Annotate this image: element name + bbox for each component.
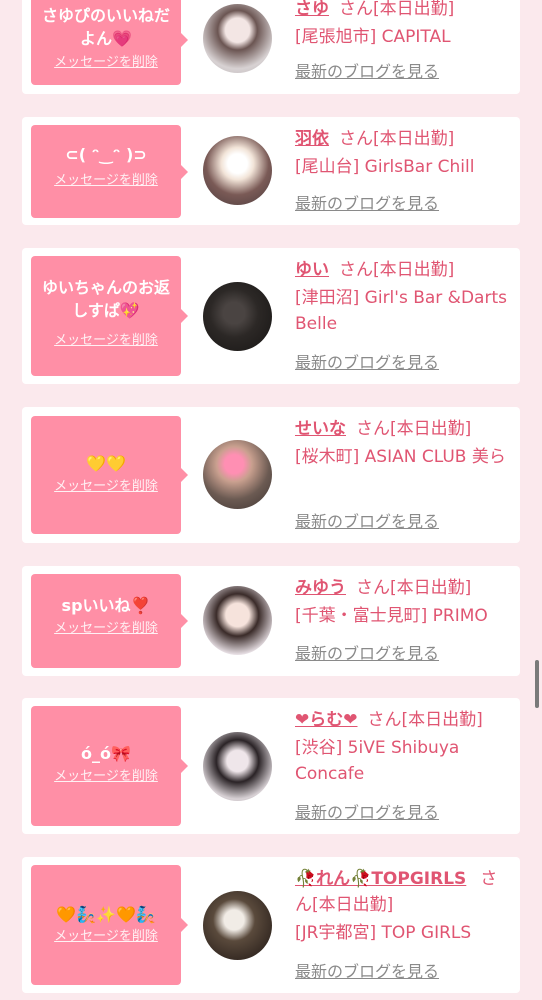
san-label: さん: [367, 710, 402, 730]
profile-name-link[interactable]: せいな: [295, 419, 346, 439]
message-bubble: 💛💛 メッセージを削除: [31, 416, 188, 534]
message-card: さゆぴのいいねだ よん💗 メッセージを削除 さゆ さん[本日出勤] [尾張旭市] …: [22, 0, 520, 94]
status-label: [本日出勤]: [373, 129, 455, 149]
profile-name-link[interactable]: 羽依: [295, 129, 329, 149]
avatar[interactable]: [203, 586, 272, 655]
message-card: 🧡🧞✨🧡🧞 メッセージを削除 🥀れん🥀TOPGIRLS さん[本日出勤] [JR宇…: [22, 857, 520, 993]
profile-name-link[interactable]: みゆう: [295, 578, 346, 598]
status-label: [本日出勤]: [390, 578, 472, 598]
san-label: さん: [356, 419, 390, 439]
avatar[interactable]: [203, 891, 272, 960]
profile-name-link[interactable]: 🥀れん🥀TOPGIRLS: [295, 869, 466, 889]
message-card: ó_ó🎀 メッセージを削除 ❤らむ❤ さん[本日出勤] [渋谷] 5iVE Shi…: [22, 698, 520, 834]
avatar[interactable]: [203, 440, 272, 509]
name-line: 🥀れん🥀TOPGIRLS さん[本日出勤]: [295, 866, 510, 918]
message-bubble: さゆぴのいいねだ よん💗 メッセージを削除: [31, 0, 188, 85]
delete-message-link[interactable]: メッセージを削除: [39, 332, 173, 350]
delete-message-link[interactable]: メッセージを削除: [39, 928, 173, 946]
latest-blog-link[interactable]: 最新のブログを見る: [295, 193, 439, 215]
message-bubble: ó_ó🎀 メッセージを削除: [31, 706, 188, 826]
name-line: ゆい さん[本日出勤]: [295, 257, 510, 283]
avatar[interactable]: [203, 282, 272, 351]
shop-text: [JR宇都宮] TOP GIRLS: [295, 923, 472, 943]
shop-text: [尾張旭市] CAPITAL: [295, 27, 451, 47]
name-line: みゆう さん[本日出勤]: [295, 575, 510, 601]
latest-blog-link[interactable]: 最新のブログを見る: [295, 61, 439, 83]
message-card: ⊂( ᵔ‿ᵔ )⊃ メッセージを削除 羽依 さん[本日出勤] [尾山台] Girl…: [22, 117, 520, 225]
message-text: さゆぴのいいねだ よん💗: [41, 6, 170, 48]
message-card: ゆいちゃんのお返 しすぱ💖 メッセージを削除 ゆい さん[本日出勤] [津田沼] …: [22, 248, 520, 384]
san-label: さん: [339, 260, 373, 280]
avatar[interactable]: [203, 136, 272, 205]
status-label: [本日出勤]: [312, 895, 394, 915]
status-label: [本日出勤]: [401, 710, 483, 730]
profile-name-link[interactable]: ゆい: [295, 260, 329, 280]
message-text: 🧡🧞✨🧡🧞: [56, 905, 156, 924]
message-text: spいいね❣️: [61, 596, 151, 615]
san-label: さん: [339, 129, 373, 149]
message-text: ó_ó🎀: [81, 744, 131, 763]
message-bubble: spいいね❣️ メッセージを削除: [31, 574, 188, 668]
status-label: [本日出勤]: [373, 0, 455, 19]
latest-blog-link[interactable]: 最新のブログを見る: [295, 352, 439, 374]
message-bubble: 🧡🧞✨🧡🧞 メッセージを削除: [31, 865, 188, 985]
message-card: spいいね❣️ メッセージを削除 みゆう さん[本日出勤] [千葉・富士見町] P…: [22, 566, 520, 676]
message-bubble: ゆいちゃんのお返 しすぱ💖 メッセージを削除: [31, 256, 188, 376]
profile-name-link[interactable]: さゆ: [295, 0, 329, 19]
name-line: さゆ さん[本日出勤]: [295, 0, 510, 22]
status-label: [本日出勤]: [390, 419, 472, 439]
delete-message-link[interactable]: メッセージを削除: [39, 768, 173, 786]
shop-text: [千葉・富士見町] PRIMO: [295, 606, 488, 626]
shop-text: [桜木町] ASIAN CLUB 美ら: [295, 447, 506, 467]
shop-text: [津田沼] Girl's Bar &Darts Belle: [295, 288, 507, 334]
profile-name-link[interactable]: ❤らむ❤: [295, 710, 358, 730]
message-text: ゆいちゃんのお返 しすぱ💖: [41, 278, 170, 320]
avatar[interactable]: [203, 732, 272, 801]
name-line: 羽依 さん[本日出勤]: [295, 126, 510, 152]
latest-blog-link[interactable]: 最新のブログを見る: [295, 961, 439, 983]
shop-text: [尾山台] GirlsBar Chill: [295, 157, 475, 177]
shop-text: [渋谷] 5iVE Shibuya Concafe: [295, 738, 460, 784]
san-label: さん: [339, 0, 373, 19]
latest-blog-link[interactable]: 最新のブログを見る: [295, 802, 439, 824]
message-card: 💛💛 メッセージを削除 せいな さん[本日出勤] [桜木町] ASIAN CLUB…: [22, 407, 520, 543]
latest-blog-link[interactable]: 最新のブログを見る: [295, 643, 439, 665]
latest-blog-link[interactable]: 最新のブログを見る: [295, 511, 439, 533]
avatar[interactable]: [203, 4, 272, 73]
delete-message-link[interactable]: メッセージを削除: [39, 54, 173, 72]
message-text: ⊂( ᵔ‿ᵔ )⊃: [65, 145, 147, 164]
san-label: さん: [356, 578, 390, 598]
name-line: ❤らむ❤ さん[本日出勤]: [295, 707, 510, 733]
message-bubble: ⊂( ᵔ‿ᵔ )⊃ メッセージを削除: [31, 125, 188, 218]
name-line: せいな さん[本日出勤]: [295, 416, 510, 442]
delete-message-link[interactable]: メッセージを削除: [39, 172, 173, 190]
status-label: [本日出勤]: [373, 260, 455, 280]
delete-message-link[interactable]: メッセージを削除: [39, 620, 173, 638]
scrollbar[interactable]: [535, 660, 539, 708]
message-text: 💛💛: [86, 454, 126, 473]
delete-message-link[interactable]: メッセージを削除: [39, 478, 173, 496]
